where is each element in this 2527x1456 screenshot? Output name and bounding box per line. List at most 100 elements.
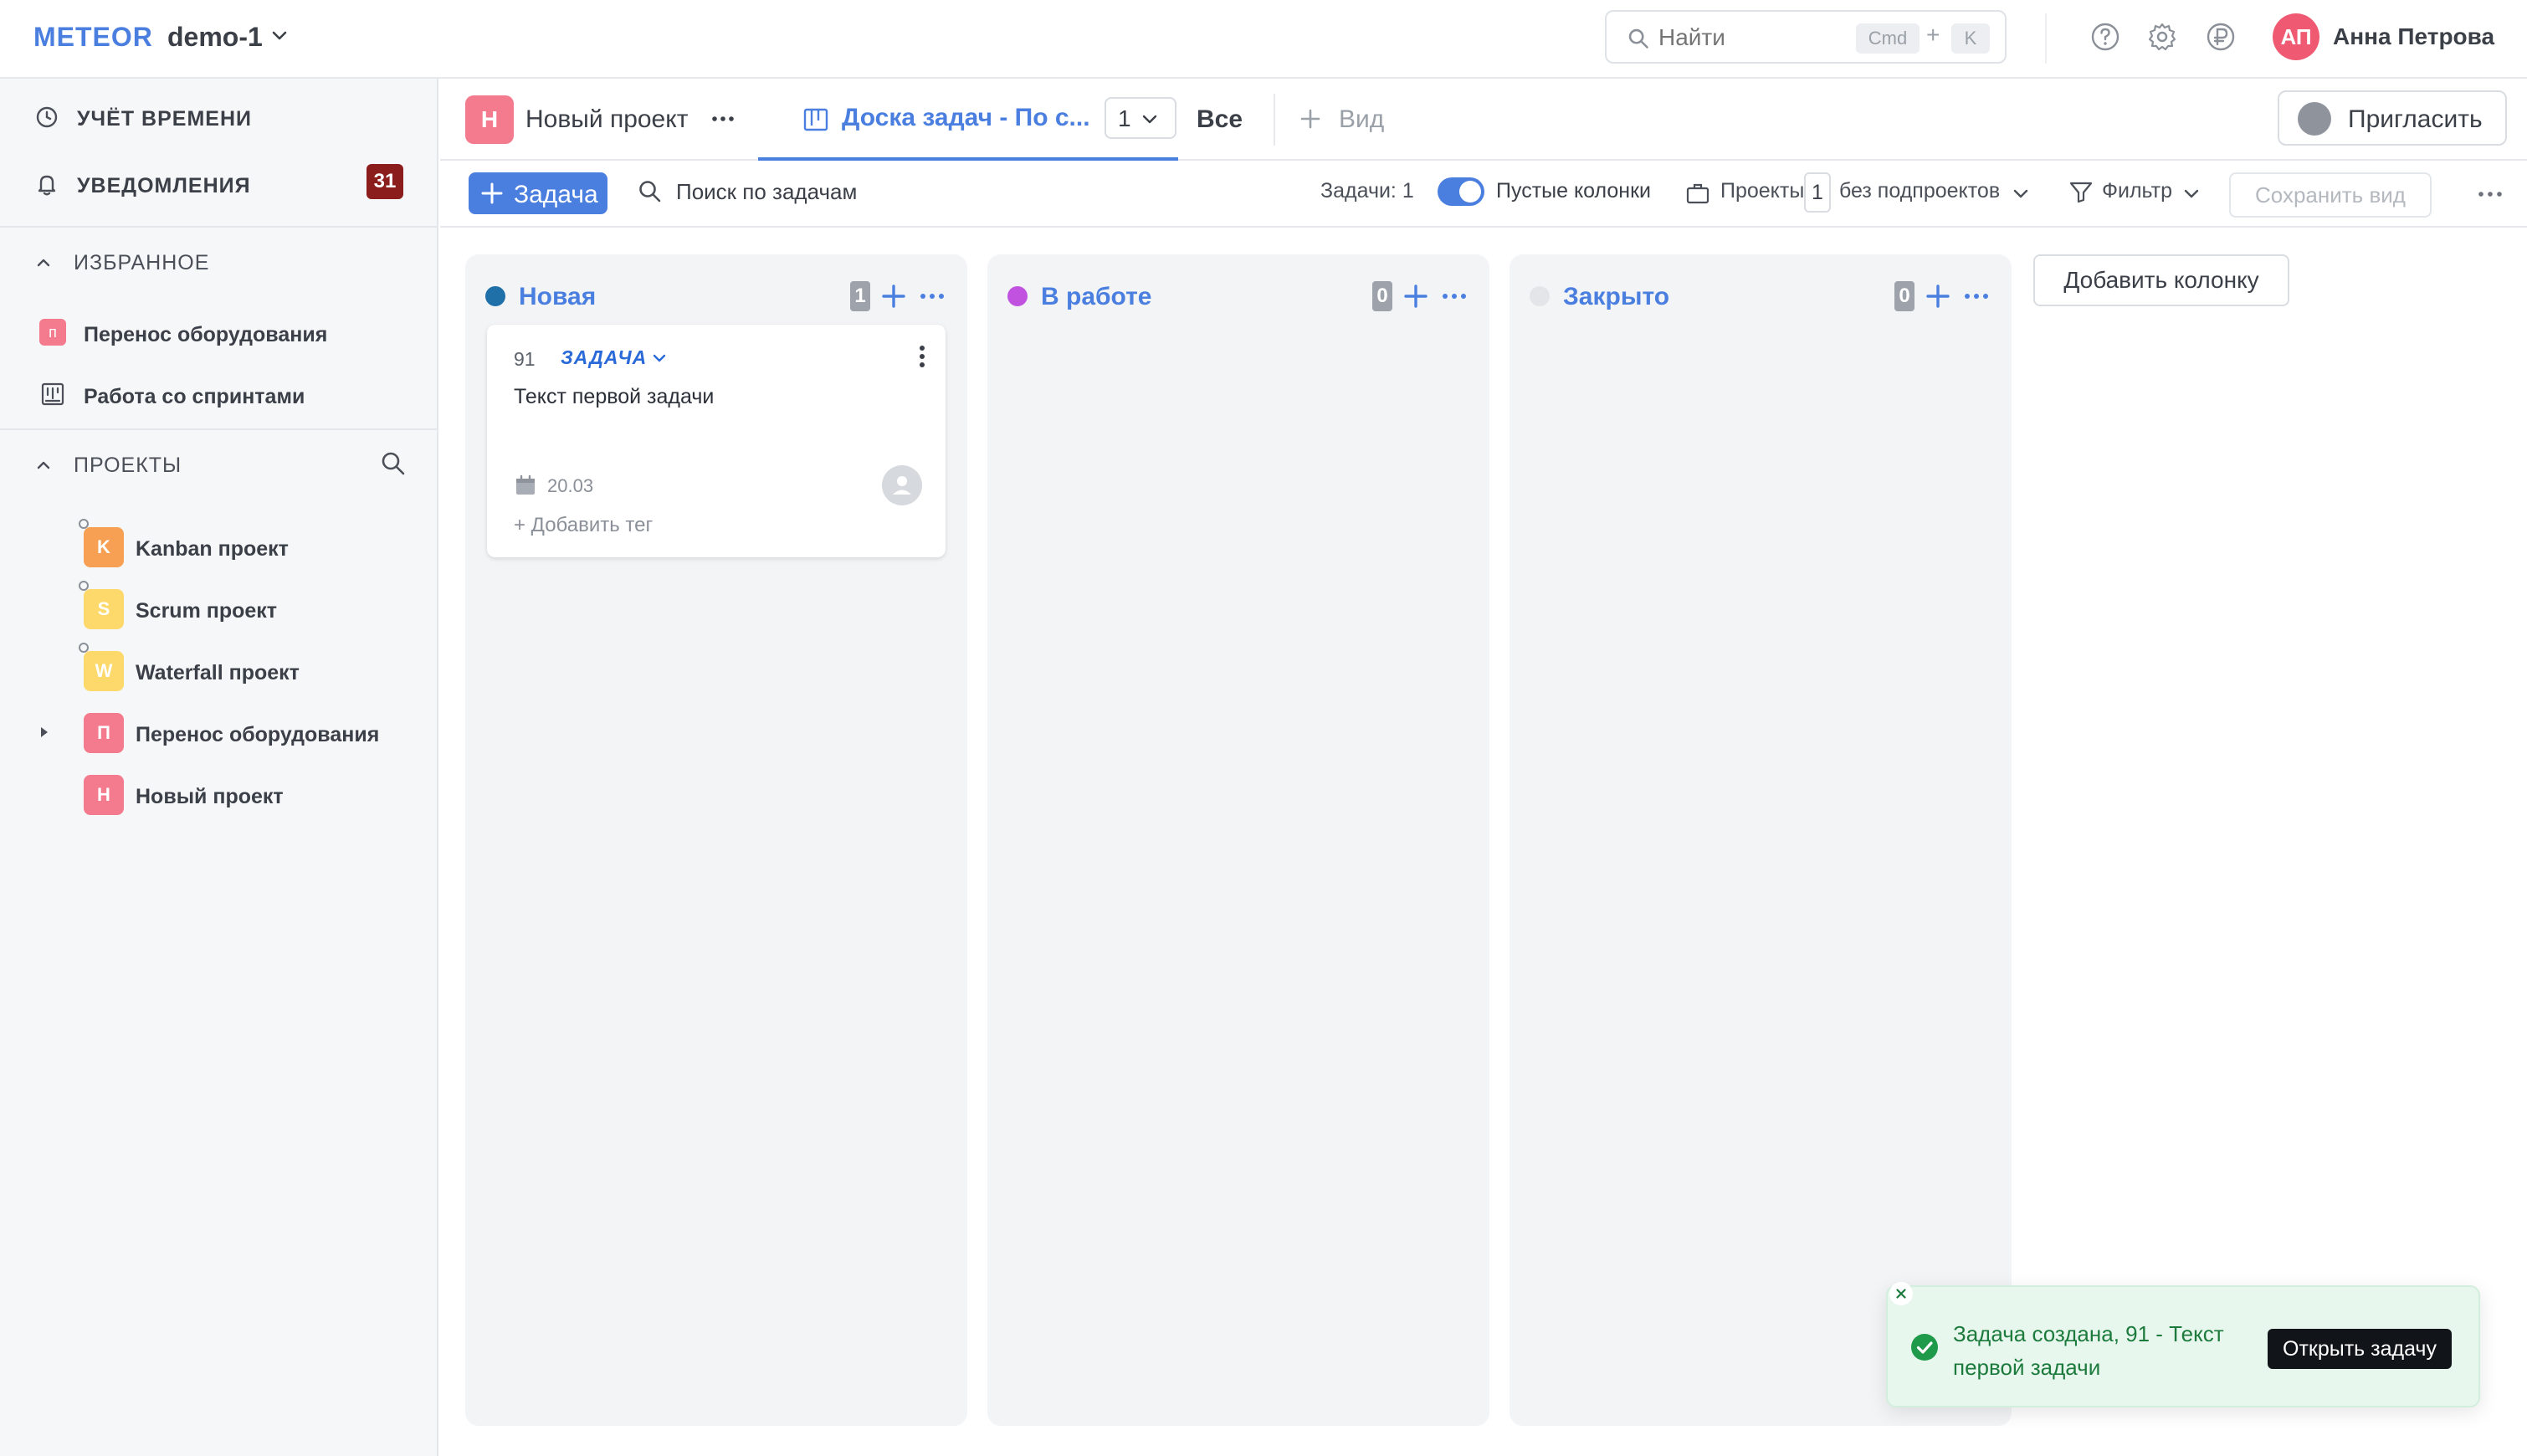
column-header: Закрыто 0 [1530, 276, 1995, 318]
sidebar-project-waterfall[interactable]: W Waterfall проект [79, 643, 418, 695]
check-circle-icon [1911, 1334, 1938, 1361]
projects-filter-label: Проекты [1720, 179, 1805, 203]
search-icon [639, 181, 661, 203]
more-icon[interactable] [708, 104, 738, 134]
project-avatar: Н [465, 95, 514, 144]
more-icon[interactable] [1438, 281, 1471, 311]
plus-icon[interactable] [879, 281, 909, 311]
global-search[interactable]: Cmd + K [1605, 10, 2007, 64]
task-search-input[interactable] [676, 179, 894, 205]
status-dot [1530, 286, 1550, 306]
sidebar-project-label: Scrum проект [136, 599, 278, 623]
task-due-date[interactable]: 20.03 [547, 475, 593, 497]
chevron-down-icon [2013, 189, 2028, 198]
column-count: 1 [850, 281, 870, 311]
plus-icon [481, 182, 503, 204]
add-view-label: Вид [1339, 105, 1385, 133]
sidebar-project-label: Перенос оборудования [136, 723, 380, 746]
help-icon[interactable] [2089, 20, 2122, 54]
project-p-icon: П [84, 713, 124, 753]
projects-header[interactable]: ПРОЕКТЫ [33, 449, 418, 482]
column-header: Новая 1 [485, 276, 951, 318]
more-icon[interactable] [2473, 177, 2507, 211]
board-icon [41, 382, 64, 406]
plus-icon[interactable] [1923, 281, 1953, 311]
more-icon[interactable] [1960, 281, 1993, 311]
toggle-knob [1459, 181, 1481, 203]
column-title[interactable]: Новая [519, 283, 596, 311]
column-header: В работе 0 [1007, 276, 1473, 318]
search-icon[interactable] [378, 449, 408, 479]
divider [2045, 13, 2047, 64]
status-dot [1007, 286, 1028, 306]
column-title[interactable]: В работе [1041, 283, 1152, 311]
chevron-down-icon[interactable] [269, 25, 290, 45]
notifications-count-badge: 31 [366, 164, 403, 199]
favorite-item-label: Перенос оборудования [84, 323, 328, 346]
svg-text:п: п [49, 324, 57, 341]
column-count: 0 [1372, 281, 1392, 311]
favorites-header[interactable]: ИЗБРАННОЕ [33, 246, 418, 279]
add-column-button[interactable]: Добавить колонку [2033, 254, 2289, 306]
user-icon [2298, 102, 2331, 136]
global-search-input[interactable] [1658, 22, 1843, 54]
currency-ruble-icon[interactable] [2204, 20, 2237, 54]
plus-icon[interactable] [1401, 281, 1431, 311]
task-id: 91 [514, 348, 536, 370]
success-toast: Задача создана, 91 - Текст первой задачи… [1886, 1282, 2480, 1407]
empty-columns-toggle[interactable] [1438, 177, 1484, 206]
favorite-item[interactable]: Работа со спринтами [38, 375, 423, 415]
add-task-button[interactable]: Задача [469, 172, 607, 214]
search-icon [1628, 28, 1648, 49]
filter-icon [2069, 182, 2093, 203]
kebab-menu-icon[interactable] [912, 341, 932, 372]
workspace-switcher[interactable]: demo-1 [167, 22, 263, 53]
board-icon [803, 108, 828, 131]
open-task-button[interactable]: Открыть задачу [2268, 1329, 2452, 1369]
chevron-down-icon [2184, 189, 2199, 198]
sidebar-project-new[interactable]: Н Новый проект [84, 775, 418, 818]
task-type-select[interactable]: ЗАДАЧА [561, 346, 647, 369]
project-title[interactable]: Новый проект [525, 105, 688, 134]
add-tag-button[interactable]: + Добавить тег [514, 514, 653, 537]
user-icon[interactable] [882, 465, 922, 505]
nav-time-tracking[interactable]: УЧЁТ ВРЕМЕНИ [33, 97, 418, 139]
column-count: 0 [1894, 281, 1914, 311]
favorites-header-label: ИЗБРАННОЕ [74, 251, 210, 274]
sidebar-project-equipment[interactable]: П Перенос оборудования [84, 713, 418, 756]
board-column-closed: Закрыто 0 [1510, 254, 2012, 1426]
invite-label: Пригласить [2348, 105, 2483, 133]
shortcut-cmd: Cmd [1856, 23, 1920, 54]
tasks-count: Задачи: 1 [1320, 179, 1414, 203]
shortcut-key: K [1951, 23, 1990, 54]
column-title[interactable]: Закрыто [1563, 283, 1669, 311]
user-name[interactable]: Анна Петрова [2333, 23, 2494, 50]
tab-board[interactable]: Доска задач - По с... 1 [758, 79, 1178, 161]
save-view-button[interactable]: Сохранить вид [2229, 172, 2432, 218]
project-p-icon: п [39, 319, 66, 346]
divider [1274, 94, 1275, 146]
settings-icon[interactable] [2145, 20, 2179, 54]
tab-board-label: Доска задач - По с... [842, 104, 1090, 131]
sidebar: УЧЁТ ВРЕМЕНИ УВЕДОМЛЕНИЯ 31 ИЗБРАННОЕ п … [0, 79, 438, 1456]
favorite-item[interactable]: п Перенос оборудования [38, 313, 423, 353]
board-column-in-progress: В работе 0 [987, 254, 1489, 1426]
invite-button[interactable]: Пригласить [2278, 90, 2507, 146]
view-count: 1 [1118, 105, 1131, 131]
tab-all[interactable]: Все [1197, 105, 1243, 134]
sidebar-project-scrum[interactable]: S Scrum проект [79, 581, 418, 633]
app-logo[interactable]: METEOR [33, 22, 153, 53]
nav-notifications[interactable]: УВЕДОМЛЕНИЯ [33, 164, 418, 206]
chevron-down-icon[interactable] [651, 350, 668, 367]
divider [0, 226, 438, 228]
user-avatar[interactable]: АП [2273, 13, 2319, 60]
projects-filter-count: 1 [1804, 172, 1831, 213]
task-card[interactable]: 91 ЗАДАЧА Текст первой задачи 20.03 + До… [487, 325, 946, 557]
more-icon[interactable] [915, 281, 949, 311]
board-toolbar: Задача .tsearch::placeholder{color:#3b3f… [440, 161, 2527, 228]
expand-arrow-icon[interactable] [37, 725, 52, 740]
close-icon[interactable] [1889, 1282, 1913, 1305]
sidebar-project-kanban[interactable]: K Kanban проект [79, 519, 418, 571]
task-title[interactable]: Текст первой задачи [514, 385, 714, 409]
view-count-select[interactable]: 1 [1105, 97, 1176, 139]
